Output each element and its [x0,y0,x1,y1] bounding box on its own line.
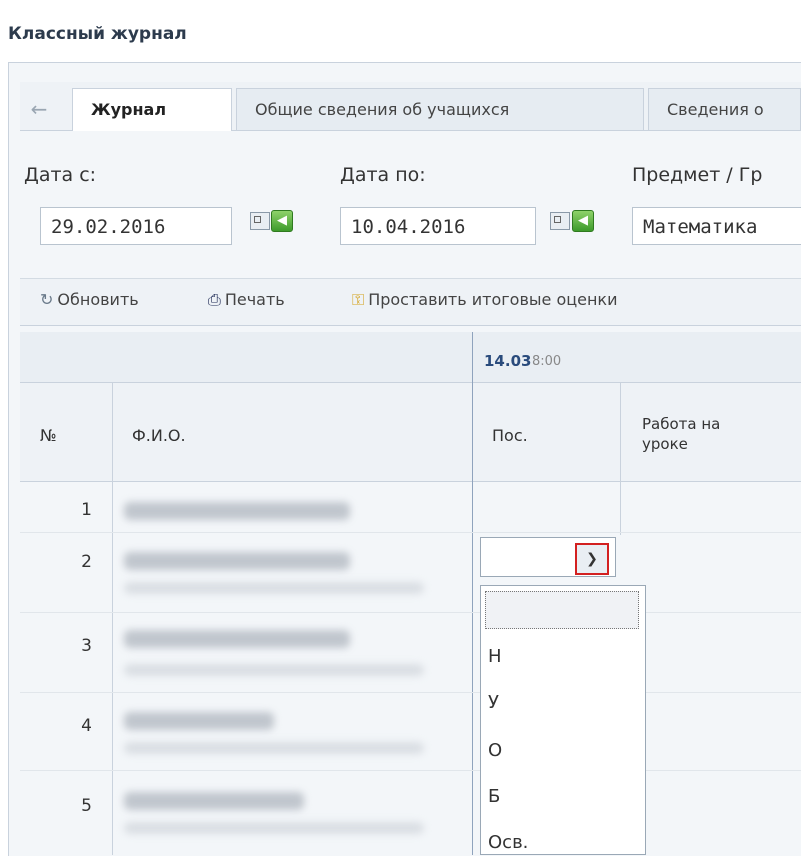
key-icon: ⚿ [352,290,365,309]
final-grades-label: Проставить итоговые оценки [368,290,618,309]
calendar-icon[interactable] [250,212,270,230]
row-number: 1 [81,500,92,520]
date-from-apply-icon[interactable]: ◀ [271,210,293,232]
tab-info-other[interactable]: Сведения о [648,88,801,130]
refresh-icon: ↻ [40,290,54,309]
calendar-icon[interactable] [550,212,570,230]
window-title: Классный журнал [8,24,187,44]
column-work-on-lesson[interactable]: Работа на уроке [642,414,720,454]
final-grades-button[interactable]: ⚿ Проставить итоговые оценки [352,290,618,310]
date-to-label: Дата по: [340,164,426,186]
row-number: 5 [81,796,92,816]
row-divider [20,532,801,533]
attendance-option[interactable]: О [488,740,502,761]
student-name-redacted [124,502,350,520]
grid-divider [112,383,113,855]
row-divider [20,612,801,613]
row-number: 4 [81,716,92,736]
row-divider [20,770,801,771]
column-number[interactable]: № [40,426,57,445]
tab-general-info[interactable]: Общие сведения об учащихся [236,88,644,130]
subject-field[interactable]: Математика [632,207,801,245]
refresh-button[interactable]: ↻ Обновить [40,290,139,309]
student-name-redacted [124,712,274,730]
lesson-date: 14.03 [484,352,532,370]
attendance-option[interactable]: Н [488,646,502,667]
date-from-label: Дата с: [24,164,97,186]
student-details-redacted [124,664,424,676]
date-to-apply-icon[interactable]: ◀ [572,210,594,232]
student-name-redacted [124,792,304,810]
row-number: 3 [81,636,92,656]
student-name-redacted [124,630,350,648]
student-details-redacted [124,822,424,834]
tab-journal[interactable]: Журнал [72,88,232,131]
print-button[interactable]: ⎙ Печать [208,290,285,310]
lesson-time: 8:00 [532,354,562,369]
grid-divider [472,332,473,855]
student-details-redacted [124,582,424,594]
column-work-line2: уроке [642,435,688,453]
attendance-option[interactable]: У [488,692,499,713]
row-number: 2 [81,552,92,572]
row-divider [20,692,801,693]
printer-icon: ⎙ [208,290,221,309]
grid-divider [620,383,621,535]
date-from-field[interactable]: 29.02.2016 [40,207,232,245]
student-name-redacted [124,552,350,570]
column-work-line1: Работа на [642,415,721,433]
attendance-option[interactable]: Осв. [488,832,528,853]
grid-date-header [20,332,801,383]
column-attendance[interactable]: Пос. [492,426,528,445]
date-to-field[interactable]: 10.04.2016 [340,207,536,245]
column-name[interactable]: Ф.И.О. [132,426,186,445]
tab-scroll-left-icon[interactable]: ← [26,94,52,124]
student-details-redacted [124,742,424,754]
print-label: Печать [224,290,285,309]
attendance-option-empty[interactable] [485,591,639,629]
chevron-down-icon[interactable]: ❯ [575,543,609,575]
attendance-option[interactable]: Б [488,786,500,807]
subject-label: Предмет / Гр [632,164,763,186]
refresh-label: Обновить [57,290,139,309]
